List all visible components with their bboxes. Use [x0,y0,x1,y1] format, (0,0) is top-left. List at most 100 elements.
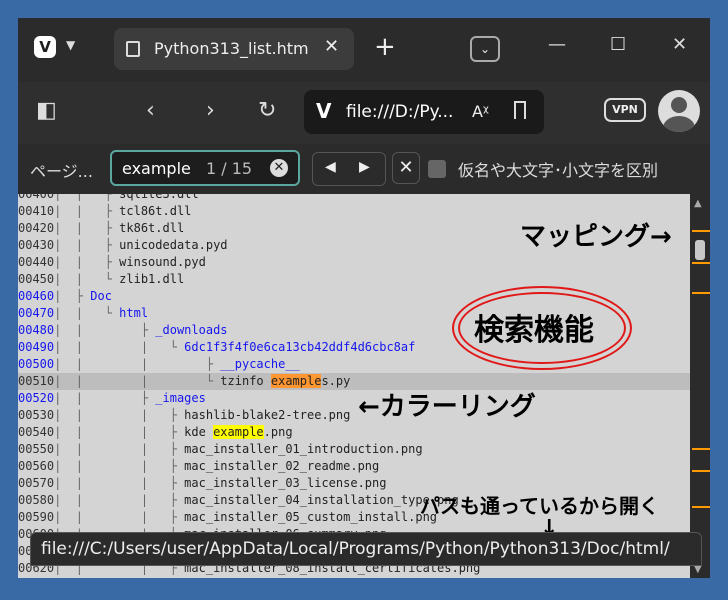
address-bar[interactable]: V file:///D:/Py... Aᵡ [304,90,544,134]
tree-line: 00540| | | ├ kde example.png [18,424,690,441]
back-icon[interactable]: ‹ [146,100,155,122]
forward-icon[interactable]: › [206,100,215,122]
file-name[interactable]: mac_installer_02_readme.png [184,459,379,473]
tree-line: 00550| | | ├ mac_installer_01_introducti… [18,441,690,458]
tree-branch: | | | ├ [54,442,185,456]
line-number: 00510 [18,374,55,388]
file-name-part: .png [263,425,293,439]
tree-branch: | | | ├ [54,459,185,473]
match-marker [692,506,710,508]
line-number: 00570 [18,476,55,490]
file-name-part: tzinfo [220,374,271,388]
file-name[interactable]: mac_installer_04_installation_type.png [184,493,459,507]
close-window-icon[interactable]: ✕ [672,34,687,55]
match-navigation: ◀ ▶ [312,152,386,186]
line-number: 00550 [18,442,55,456]
folder-name[interactable]: _images [155,391,206,405]
line-number: 00430 [18,238,55,252]
line-number: 00520 [18,391,55,405]
file-name[interactable]: zlib1.dll [119,272,184,286]
avatar-body [663,116,695,132]
next-match-icon[interactable]: ▶ [359,159,370,175]
site-info-icon[interactable]: V [316,99,331,123]
maximize-icon[interactable]: ☐ [610,34,626,55]
line-number: 00470 [18,306,55,320]
tree-line: 00400| | ├ sqlite3.dll [18,194,690,203]
tree-branch: | | └ [54,272,120,286]
file-name[interactable]: mac_installer_03_license.png [184,476,386,490]
file-name-part: kde [184,425,214,439]
vpn-button[interactable]: VPN [604,98,646,122]
close-tab-icon[interactable]: ✕ [324,36,339,57]
match-marker [692,230,710,232]
bookmark-icon[interactable] [514,101,526,119]
tab-title: Python313_list.html [154,39,310,58]
tree-branch: | | ├ [54,204,120,218]
folder-name[interactable]: html [119,306,148,320]
folder-name[interactable]: _downloads [155,323,227,337]
find-query[interactable]: example [122,159,191,178]
line-number: 00490 [18,340,55,354]
page-icon [126,41,140,57]
tree-branch: | | ├ [54,323,156,337]
tree-line: 00510| | | └ tzinfo examples.py [18,373,690,390]
file-name[interactable]: mac_installer_05_custom_install.png [184,510,437,524]
file-name[interactable]: tk86t.dll [119,221,184,235]
avatar-head [671,97,687,113]
clear-icon[interactable]: ✕ [270,159,288,177]
tree-branch: | | └ [54,306,120,320]
vivaldi-menu-icon[interactable]: V [34,36,56,58]
file-name[interactable]: sqlite3.dll [119,194,198,201]
find-input[interactable]: example 1 / 15 ✕ [110,150,300,186]
search-match-highlight: example [270,374,322,388]
find-page-label: ページ... [30,162,93,181]
folder-name[interactable]: Doc [90,289,112,303]
line-number: 00480 [18,323,55,337]
tree-branch: | | | ├ [54,425,185,439]
tree-branch: | | ├ [54,194,120,201]
file-name[interactable]: hashlib-blake2-tree.png [184,408,350,422]
file-name[interactable]: tcl86t.dll [119,204,191,218]
line-number: 00560 [18,459,55,473]
match-case-label: 仮名や大文字･小文字を区別 [458,161,659,180]
line-number: 00500 [18,357,55,371]
tab-bar: V ▼ Python313_list.html ✕ + ⌄ — ☐ ✕ [18,18,710,82]
match-case-checkbox[interactable] [428,160,446,178]
file-name[interactable]: unicodedata.pyd [119,238,227,252]
status-link-url: file:///C:/Users/user/AppData/Local/Prog… [41,539,670,559]
page-content: 00400| | ├ sqlite3.dll 00410| | ├ tcl86t.… [18,194,690,578]
scroll-up-icon[interactable]: ▲ [694,198,702,209]
address-text[interactable]: file:///D:/Py... [346,102,453,122]
minimize-icon[interactable]: — [548,34,566,55]
line-number: 00590 [18,510,55,524]
close-find-button[interactable]: ✕ [392,152,420,184]
translate-icon[interactable]: Aᵡ [472,102,489,121]
match-marker [692,292,710,294]
tree-line: 00560| | | ├ mac_installer_02_readme.png [18,458,690,475]
file-name[interactable]: mac_installer_01_introduction.png [184,442,422,456]
folder-name[interactable]: 6dc1f3f4f0e6ca13cb42ddf4d6cbc8af [184,340,415,354]
tree-branch: | | | └ [54,340,185,354]
panel-toggle-icon[interactable]: ◧ [36,100,57,122]
vertical-scrollbar[interactable]: ▲ ▼ [690,194,710,578]
file-name-part: s.py [321,374,351,388]
new-tab-button[interactable]: + [374,34,396,60]
line-number: 00440 [18,255,55,269]
match-marker [692,448,710,450]
scrollbar-thumb[interactable] [695,240,705,260]
tree-branch: | | ├ [54,238,120,252]
chevron-down-icon[interactable]: ▼ [66,38,75,52]
profile-avatar[interactable] [658,90,700,132]
folder-name[interactable]: __pycache__ [220,357,299,371]
tab-python313-list[interactable]: Python313_list.html ✕ [114,28,354,70]
line-number: 00580 [18,493,55,507]
tree-line: 00440| | ├ winsound.pyd [18,254,690,271]
previous-match-icon[interactable]: ◀ [325,159,336,175]
line-number: 00410 [18,204,55,218]
tab-list-button[interactable]: ⌄ [470,36,500,62]
browser-window: V ▼ Python313_list.html ✕ + ⌄ — ☐ ✕ ◧ ‹ … [18,18,710,578]
tree-branch: | | | ├ [54,357,221,371]
tree-branch: | | | └ [54,374,221,388]
reload-icon[interactable]: ↻ [258,100,276,122]
file-name[interactable]: winsound.pyd [119,255,206,269]
